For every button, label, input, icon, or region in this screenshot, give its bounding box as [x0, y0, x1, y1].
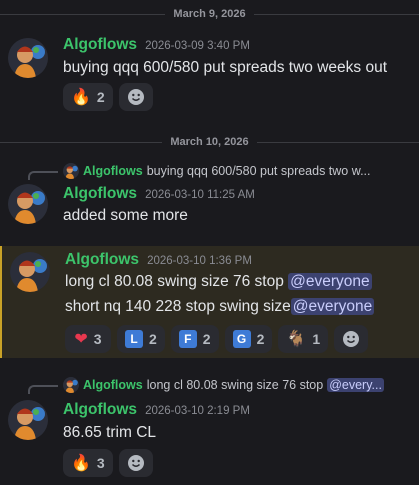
smile-icon — [127, 89, 144, 105]
date-divider-label: March 9, 2026 — [173, 8, 246, 20]
reaction-fire[interactable]: 🔥 2 — [63, 83, 113, 111]
fire-emoji-icon: 🔥 — [71, 87, 91, 106]
reaction-regional-f[interactable]: F 2 — [170, 325, 219, 353]
everyone-mention[interactable]: @everyone — [288, 273, 372, 290]
author-name[interactable]: Algoflows — [63, 36, 137, 54]
reaction-regional-g[interactable]: G 2 — [224, 325, 273, 353]
reaction-regional-l[interactable]: L 2 — [117, 325, 165, 353]
everyone-mention: @every... — [327, 378, 384, 392]
message-content: added some more — [63, 207, 188, 224]
smile-icon — [127, 455, 144, 471]
timestamp: 2026-03-10 2:19 PM — [145, 405, 250, 417]
author-name[interactable]: Algoflows — [63, 401, 137, 419]
add-reaction-button[interactable] — [118, 83, 153, 111]
reaction-heart[interactable]: ❤ 3 — [65, 325, 111, 353]
message-text: long cl 80.08 swing size 76 stop — [65, 273, 289, 290]
reaction-count: 2 — [256, 331, 265, 347]
message-header: Algoflows 2026-03-09 3:40 PM — [63, 36, 250, 54]
reactions-bar: 🔥 3 — [63, 449, 153, 477]
avatar[interactable] — [8, 38, 48, 78]
message-line: short nq 140 228 stop swing size @everyon… — [65, 298, 375, 316]
mini-avatar — [63, 377, 79, 393]
reaction-count: 2 — [149, 331, 157, 347]
message-text: short nq 140 228 stop swing size — [65, 298, 291, 315]
reaction-count: 2 — [202, 331, 211, 347]
message[interactable]: Algoflows buying qqq 600/580 put spreads… — [0, 158, 419, 238]
message-header: Algoflows 2026-03-10 2:19 PM — [63, 401, 250, 419]
message-highlighted[interactable]: Algoflows 2026-03-10 1:36 PM long cl 80.… — [0, 246, 419, 358]
reply-text: long cl 80.08 swing size 76 stop — [146, 378, 324, 392]
author-name[interactable]: Algoflows — [63, 185, 137, 203]
regional-l-icon: L — [125, 330, 143, 348]
add-reaction-button[interactable] — [334, 325, 369, 353]
avatar[interactable] — [10, 252, 50, 292]
regional-g-icon: G — [232, 330, 251, 348]
reply-author: Algoflows — [83, 378, 143, 392]
reply-spine — [28, 171, 58, 180]
mini-avatar — [63, 163, 79, 179]
everyone-mention[interactable]: @everyone — [290, 298, 375, 315]
reaction-fire[interactable]: 🔥 3 — [63, 449, 113, 477]
message-header: Algoflows 2026-03-10 11:25 AM — [63, 185, 255, 203]
reaction-count: 3 — [96, 455, 105, 471]
message[interactable]: Algoflows 2026-03-09 3:40 PM buying qqq … — [0, 28, 419, 124]
smile-icon — [343, 331, 360, 347]
message-header: Algoflows 2026-03-10 1:36 PM — [65, 251, 252, 269]
message[interactable]: Algoflows long cl 80.08 swing size 76 st… — [0, 372, 419, 482]
fire-emoji-icon: 🔥 — [71, 453, 91, 472]
avatar[interactable] — [8, 400, 48, 440]
message-content: buying qqq 600/580 put spreads two weeks… — [63, 59, 388, 76]
timestamp: 2026-03-10 1:36 PM — [147, 255, 252, 267]
date-divider: March 9, 2026 — [0, 4, 419, 24]
timestamp: 2026-03-10 11:25 AM — [145, 189, 255, 201]
reaction-count: 1 — [312, 331, 321, 347]
reply-reference[interactable]: Algoflows buying qqq 600/580 put spreads… — [63, 163, 371, 179]
reply-reference[interactable]: Algoflows long cl 80.08 swing size 76 st… — [63, 377, 384, 393]
reactions-bar: 🔥 2 — [63, 83, 153, 111]
reply-text: buying qqq 600/580 put spreads two w... — [146, 164, 371, 178]
message-content: 86.65 trim CL — [63, 424, 157, 441]
date-divider: March 10, 2026 — [0, 132, 419, 152]
reactions-bar: ❤ 3 L 2 F 2 G 2 🐐 1 — [65, 325, 369, 353]
heart-emoji-icon: ❤ — [74, 329, 88, 348]
timestamp: 2026-03-09 3:40 PM — [145, 40, 250, 52]
goat-emoji-icon: 🐐 — [286, 329, 307, 348]
reply-spine — [28, 385, 58, 394]
date-divider-label: March 10, 2026 — [170, 136, 249, 148]
message-line: long cl 80.08 swing size 76 stop @everyo… — [65, 273, 372, 291]
avatar[interactable] — [8, 184, 48, 224]
author-name[interactable]: Algoflows — [65, 251, 139, 269]
reaction-count: 3 — [93, 331, 102, 347]
reaction-count: 2 — [96, 89, 105, 105]
add-reaction-button[interactable] — [118, 449, 153, 477]
reply-author: Algoflows — [83, 164, 143, 178]
reaction-goat[interactable]: 🐐 1 — [278, 325, 329, 353]
regional-f-icon: F — [178, 330, 197, 348]
